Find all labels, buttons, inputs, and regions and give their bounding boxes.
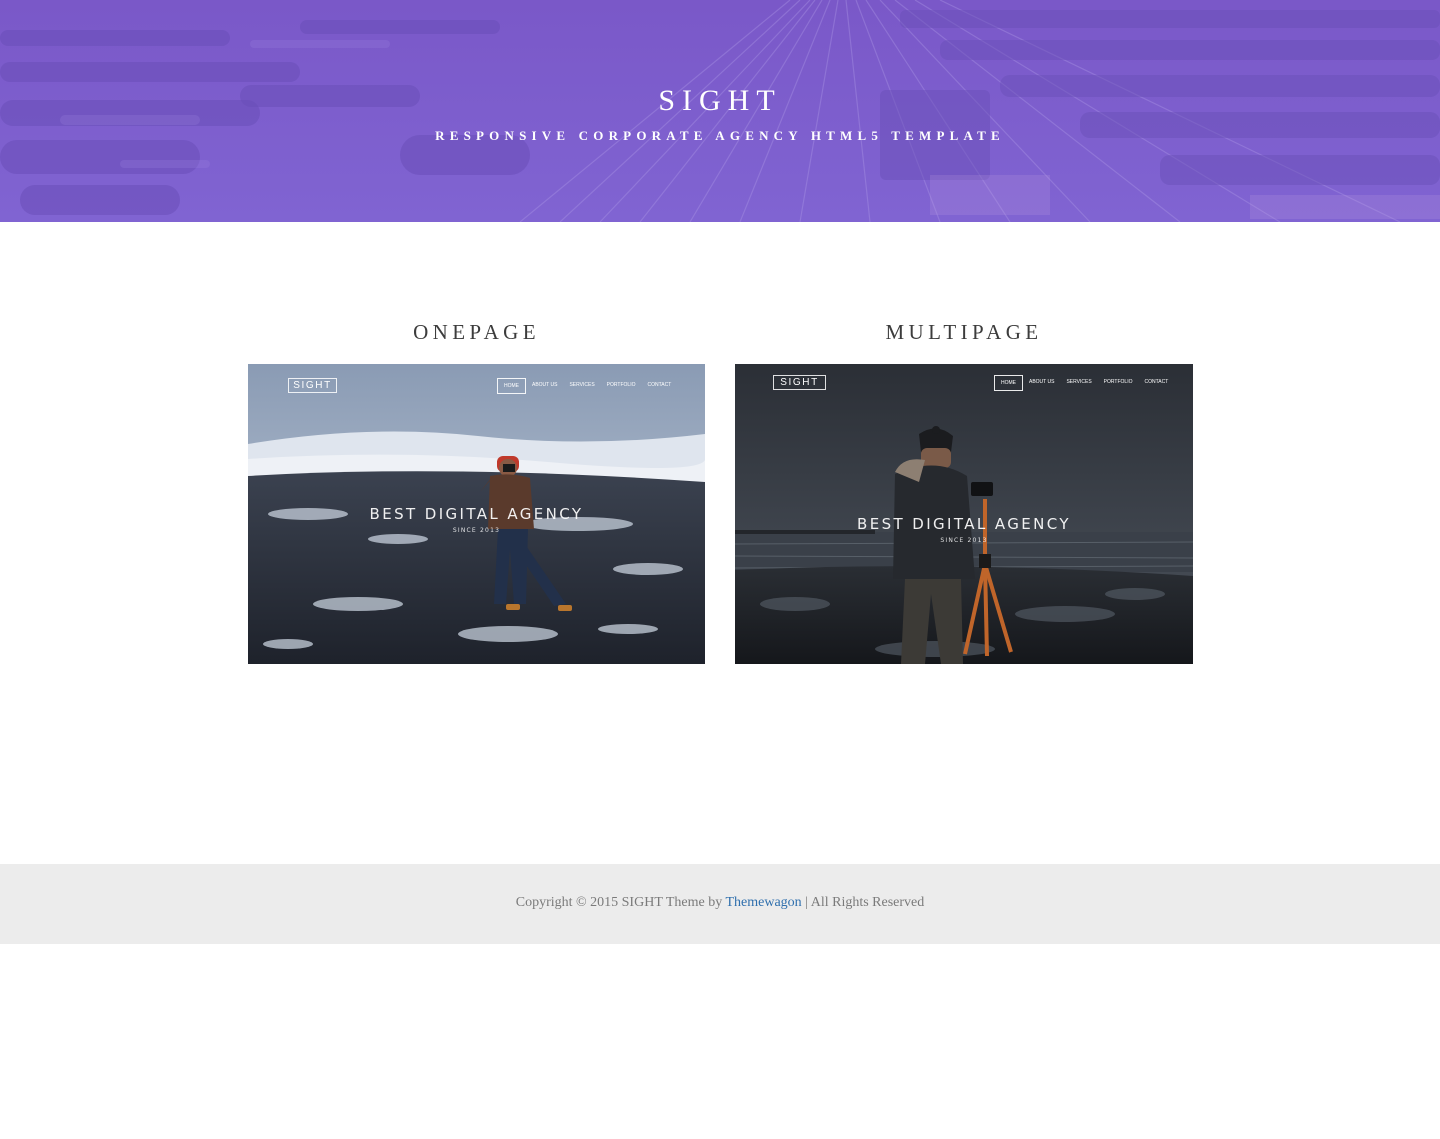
multipage-preview-headline: BEST DIGITAL AGENCY	[857, 515, 1071, 533]
multipage-preview-link[interactable]: SIGHT HOME ABOUT US SERVICES PORTFOLIO C…	[735, 364, 1193, 664]
onepage-preview-menu-home: HOME	[497, 378, 526, 394]
multipage-preview-menu: HOME ABOUT US SERVICES PORTFOLIO CONTACT	[994, 375, 1174, 391]
onepage-preview-menu-contact: CONTACT	[647, 382, 672, 388]
multipage-preview-navbar: SIGHT HOME ABOUT US SERVICES PORTFOLIO C…	[735, 364, 1193, 404]
onepage-preview-navbar: SIGHT HOME ABOUT US SERVICES PORTFOLIO C…	[248, 364, 705, 404]
hero-banner: SIGHT RESPONSIVE CORPORATE AGENCY HTML5 …	[0, 0, 1440, 222]
multipage-preview-menu-contact: CONTACT	[1144, 379, 1169, 385]
footer: Copyright © 2015 SIGHT Theme by Themewag…	[0, 864, 1440, 944]
copyright-suffix: | All Rights Reserved	[805, 895, 925, 910]
multipage-preview-logo: SIGHT	[773, 375, 826, 390]
onepage-preview-headline: BEST DIGITAL AGENCY	[369, 505, 584, 523]
onepage-preview-menu: HOME ABOUT US SERVICES PORTFOLIO CONTACT	[497, 378, 677, 394]
onepage-preview-menu-portfolio: PORTFOLIO	[606, 382, 636, 388]
copyright-prefix: Copyright © 2015 SIGHT Theme by	[515, 895, 723, 910]
multipage-preview-image	[735, 364, 1193, 664]
themewagon-link[interactable]: Themewagon	[725, 895, 801, 910]
multipage-preview-menu-services: SERVICES	[1066, 379, 1092, 385]
copyright-text: Copyright © 2015 SIGHT Theme by Themewag…	[0, 895, 1440, 911]
onepage-preview-logo: SIGHT	[288, 378, 337, 393]
multipage-preview-menu-home: HOME	[994, 375, 1023, 391]
onepage-preview-link[interactable]: SIGHT HOME ABOUT US SERVICES PORTFOLIO C…	[248, 364, 705, 664]
multipage-preview-menu-portfolio: PORTFOLIO	[1103, 379, 1133, 385]
multipage-preview-since: SINCE 2013	[940, 537, 988, 544]
onepage-preview-menu-services: SERVICES	[569, 382, 595, 388]
onepage-preview-since: SINCE 2013	[452, 527, 501, 534]
onepage-preview-menu-about: ABOUT US	[532, 382, 558, 388]
demo-heading-multipage: MULTIPAGE	[885, 320, 1043, 344]
site-tagline: RESPONSIVE CORPORATE AGENCY HTML5 TEMPLA…	[435, 128, 1005, 143]
demo-heading-onepage: ONEPAGE	[413, 320, 540, 344]
multipage-preview-menu-about: ABOUT US	[1029, 379, 1055, 385]
site-title: SIGHT	[658, 84, 782, 117]
